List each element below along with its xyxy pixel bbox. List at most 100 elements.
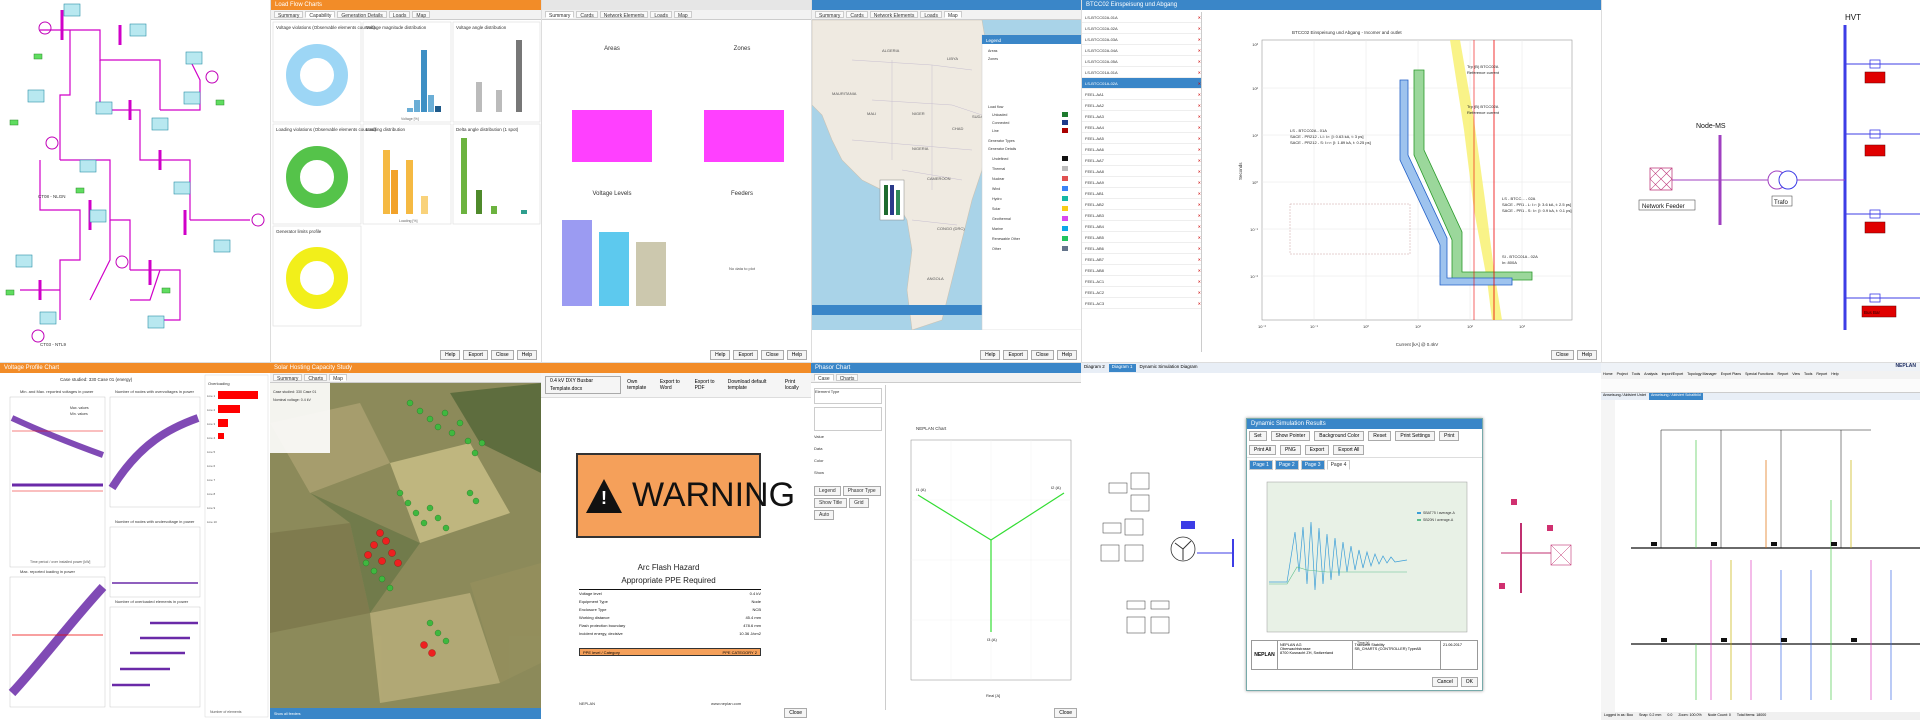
element-list-row[interactable]: FEEL-AA8 ✕ [1082,166,1201,177]
customer-node-ok[interactable] [471,449,479,457]
ribbon-tab[interactable]: Home [1603,372,1613,378]
africa-map[interactable]: ALGERIA LIBYA MAURITANIA MALI NIGER CHAD… [812,19,1081,331]
close-button[interactable]: Close [1030,350,1054,360]
remove-icon[interactable]: ✕ [1198,89,1201,99]
tab-charts[interactable]: Charts [304,374,328,382]
export-button[interactable]: Export [1003,350,1028,360]
customer-node-ok[interactable] [426,619,434,627]
close-button[interactable]: Close [1550,350,1574,360]
dialog-toolbar-button[interactable]: PNG [1279,445,1301,455]
remove-icon[interactable]: ✕ [1198,155,1201,165]
customer-node-ok[interactable] [434,423,442,431]
customer-node-ok[interactable] [386,584,394,592]
customer-node-ok[interactable] [404,499,412,507]
tab-network[interactable]: Network Elements [599,11,649,19]
remove-icon[interactable]: ✕ [1198,133,1201,143]
element-list-row[interactable]: FEEL-AB3 ✕ [1082,210,1201,221]
element-list-row[interactable]: FEEL-AA4 ✕ [1082,122,1201,133]
phasor-plot[interactable]: NEPLAN Chart I1 (A) I2 (A) I3 (A) Real [… [886,385,1081,715]
customer-node-violation[interactable] [428,649,436,657]
remove-icon[interactable]: ✕ [1198,298,1201,308]
customer-node-ok[interactable] [412,509,420,517]
customer-node-ok[interactable] [442,524,450,532]
element-list-row[interactable]: FEEL-AB6 ✕ [1082,243,1201,254]
customer-node-ok[interactable] [466,489,474,497]
tab-loads[interactable]: Loads [388,11,411,19]
mv-network-diagram[interactable]: HVT Bus Bar Node-MS Network Feeder Trafo [1601,0,1920,362]
print-link[interactable]: Print locally [785,379,807,391]
legend-toggle[interactable]: Legend [814,486,841,496]
mv-diagram-canvas[interactable]: HVT Bus Bar Node-MS Network Feeder Trafo [1602,0,1920,362]
remove-icon[interactable]: ✕ [1198,166,1201,176]
help-button-2[interactable]: Help [786,350,807,360]
close-button[interactable]: Close [1054,708,1077,718]
element-list-row[interactable]: FEEL-AB7 ✕ [1082,254,1201,265]
schematic-canvas[interactable] [1601,400,1920,712]
help-button[interactable]: Help [1576,350,1597,360]
template-select[interactable]: 0.4 kV DXY Busbar Template.docx [545,376,622,394]
help-button[interactable]: Help [980,350,1001,360]
customer-node-violation[interactable] [378,557,386,565]
customer-node-violation[interactable] [376,529,384,537]
remove-icon[interactable]: ✕ [1198,265,1201,275]
element-list-row[interactable]: FEEL-AA3 ✕ [1082,111,1201,122]
element-list-row[interactable]: FEEL-AA6 ✕ [1082,144,1201,155]
remove-icon[interactable]: ✕ [1198,45,1201,55]
tab-loads[interactable]: Loads [920,11,942,19]
element-list-row[interactable]: LS-BTCC02A-03A ✕ [1082,34,1201,45]
tab-case[interactable]: Case [814,374,834,382]
dialog-toolbar-button[interactable]: Export [1304,445,1330,455]
customer-node-ok[interactable] [396,489,404,497]
remove-icon[interactable]: ✕ [1198,221,1201,231]
ribbon-tab[interactable]: Tools [1632,372,1640,378]
grid-toggle[interactable]: Grid [849,498,869,508]
customer-node-ok[interactable] [406,399,414,407]
dialog-toolbar-button[interactable]: Print [1439,431,1460,441]
tab-summary[interactable]: Summary [273,374,303,382]
tab-generation[interactable]: Generation Details [337,11,387,19]
time-current-plot[interactable]: BTCC02 Einspeisung und Abgang - Incomer … [1202,10,1601,360]
element-list-row[interactable]: FEEL-AB4 ✕ [1082,221,1201,232]
remove-icon[interactable]: ✕ [1198,177,1201,187]
remove-icon[interactable]: ✕ [1198,111,1201,121]
customer-node-ok[interactable] [464,437,472,445]
tab-diagram-1[interactable]: Diagram 1 [1108,364,1136,372]
element-list-row[interactable]: FEEL-AB8 ✕ [1082,265,1201,276]
customer-node-ok[interactable] [434,514,442,522]
help-button-2[interactable]: Help [1056,350,1077,360]
customer-node-ok[interactable] [434,629,442,637]
remove-icon[interactable]: ✕ [1198,12,1201,22]
customer-node-ok[interactable] [472,497,480,505]
aerial-map[interactable]: Case studied: 330 Case 01 Nominal voltag… [270,383,541,719]
map-zoom-bar[interactable] [812,305,982,315]
customer-node-violation[interactable] [420,641,428,649]
export-button[interactable]: Export [733,350,758,360]
customer-node-ok[interactable] [448,429,456,437]
element-list-row[interactable]: FEEL-AC2 ✕ [1082,287,1201,298]
dialog-toolbar-button[interactable]: Show Pointer [1270,431,1311,441]
tab-dynamic[interactable]: Dynamic Simulation Diagram [1140,364,1198,372]
element-list-row[interactable]: LS-BTCC02A-02A ✕ [1082,23,1201,34]
customer-node-ok[interactable] [478,439,486,447]
ribbon-tab[interactable]: Import/Export [1662,372,1684,378]
ribbon-tab[interactable]: Report [1777,372,1788,378]
help-button[interactable]: Help [440,350,461,360]
tab-summary[interactable]: Summary [545,11,575,19]
remove-icon[interactable]: ✕ [1198,243,1201,253]
dialog-toolbar-button[interactable]: Export All [1333,445,1365,455]
cancel-button[interactable]: Cancel [1432,677,1458,687]
element-list-row[interactable]: FEEL-AB1 ✕ [1082,188,1201,199]
tab-cards[interactable]: Cards [846,11,868,19]
phasor-type-toggle[interactable]: Phasor Type [842,486,881,496]
close-button[interactable]: Close [490,350,514,360]
element-list-row[interactable]: LS-BTCC01A-02A ✕ [1082,78,1201,89]
customer-node-ok[interactable] [442,637,450,645]
dialog-page-tab[interactable]: Page 2 [1274,460,1299,470]
remove-icon[interactable]: ✕ [1198,122,1201,132]
customer-node-ok[interactable] [370,567,378,575]
customer-node-ok[interactable] [416,407,424,415]
simulation-plot[interactable]: SBAT75 I average-A SB20N I average-A Tim… [1247,472,1482,667]
element-list-row[interactable]: LS-BTCC02A-01A ✕ [1082,12,1201,23]
customer-node-ok[interactable] [456,419,464,427]
export-pdf-link[interactable]: Export to PDF [695,379,722,391]
